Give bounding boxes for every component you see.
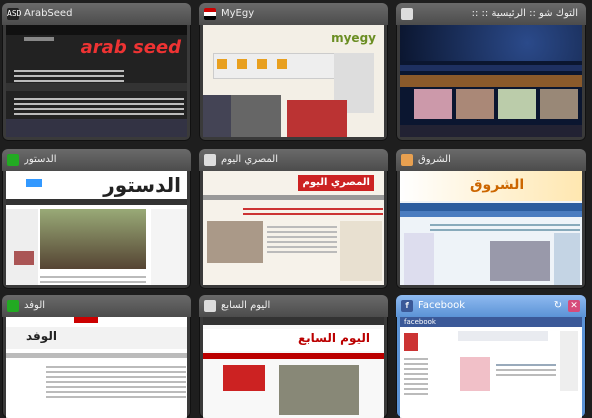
tab-title-bar: التوك شو :: الرئيسية :: :: xyxy=(396,3,586,25)
alwafd-logo: الوفد xyxy=(26,329,57,343)
tab-title: MyEgy xyxy=(221,8,255,19)
aldostour-favicon-icon xyxy=(7,154,19,166)
tab-title-bar: الدستور xyxy=(2,149,191,171)
page-icon xyxy=(401,8,413,20)
page-preview: اليوم السابع xyxy=(203,317,384,418)
facebook-favicon-icon: f xyxy=(401,300,413,312)
page-icon xyxy=(204,300,216,312)
tab-title: Facebook xyxy=(418,300,465,311)
tab-title-bar: الشروق xyxy=(396,149,586,171)
page-preview: myegy xyxy=(203,25,384,137)
tab-title-bar: الوفد xyxy=(2,295,191,317)
tab-thumbnail-facebook[interactable]: f Facebook ↻ ✕ facebook xyxy=(396,295,586,418)
tab-title: اليوم السابع xyxy=(221,300,271,311)
page-preview xyxy=(400,25,582,137)
tab-title-bar: f Facebook ↻ ✕ xyxy=(396,295,586,317)
page-preview: facebook xyxy=(400,317,582,418)
tab-thumbnail-arabseed[interactable]: ASD ArabSeed arab seed xyxy=(2,3,191,141)
tab-thumbnail-alshorouk[interactable]: الشروق الشروق xyxy=(396,149,586,289)
alwafd-favicon-icon xyxy=(7,300,19,312)
youm7-logo: اليوم السابع xyxy=(297,331,370,345)
egypt-flag-icon xyxy=(204,8,216,20)
tab-thumbnail-youm7[interactable]: اليوم السابع اليوم السابع xyxy=(199,295,388,418)
tab-title-bar: اليوم السابع xyxy=(199,295,388,317)
page-preview: الشروق xyxy=(400,171,582,285)
tab-thumbnail-talkshow[interactable]: التوك شو :: الرئيسية :: :: xyxy=(396,3,586,141)
alshorouk-favicon-icon xyxy=(401,154,413,166)
facebook-logo: facebook xyxy=(404,318,436,326)
arabseed-favicon-icon: ASD xyxy=(7,8,22,20)
aldostour-logo: الدستور xyxy=(103,173,181,197)
arabseed-logo: arab seed xyxy=(80,37,181,58)
close-tab-button[interactable]: ✕ xyxy=(568,300,580,312)
tab-title: الشروق xyxy=(418,154,451,165)
reload-tab-button[interactable]: ↻ xyxy=(552,300,564,312)
tab-title: الوفد xyxy=(24,300,46,311)
almasryalyoum-logo: المصري اليوم xyxy=(302,177,370,188)
tab-title: الدستور xyxy=(24,154,57,165)
page-preview: arab seed xyxy=(6,25,187,137)
page-preview: المصري اليوم xyxy=(203,171,384,285)
page-icon xyxy=(204,154,216,166)
tab-title: المصري اليوم xyxy=(221,154,279,165)
tab-title-bar: MyEgy xyxy=(199,3,388,25)
tab-thumbnail-myegy[interactable]: MyEgy myegy xyxy=(199,3,388,141)
tab-thumbnail-almasryalyoum[interactable]: المصري اليوم المصري اليوم xyxy=(199,149,388,289)
tab-title-bar: ASD ArabSeed xyxy=(2,3,191,25)
page-preview: الدستور xyxy=(6,171,187,285)
tab-title-bar: المصري اليوم xyxy=(199,149,388,171)
alshorouk-logo: الشروق xyxy=(470,177,525,193)
tab-thumbnail-aldostour[interactable]: الدستور الدستور xyxy=(2,149,191,289)
tab-title: التوك شو :: الرئيسية :: :: xyxy=(471,8,578,19)
tab-title: ArabSeed xyxy=(24,8,73,19)
myegy-logo: myegy xyxy=(331,31,376,45)
tab-thumbnail-alwafd[interactable]: الوفد الوفد xyxy=(2,295,191,418)
page-preview: الوفد xyxy=(6,317,187,418)
